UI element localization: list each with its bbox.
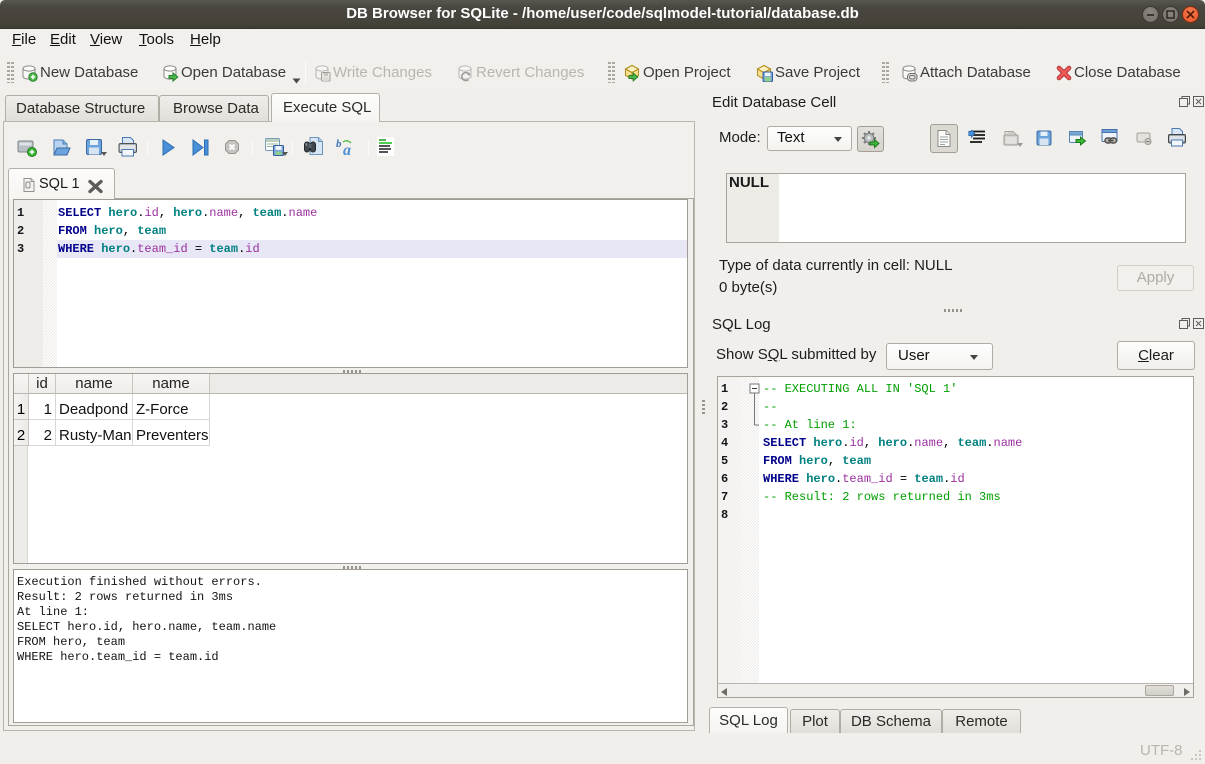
svg-text:a: a xyxy=(343,142,351,158)
svg-text:b: b xyxy=(336,138,342,150)
